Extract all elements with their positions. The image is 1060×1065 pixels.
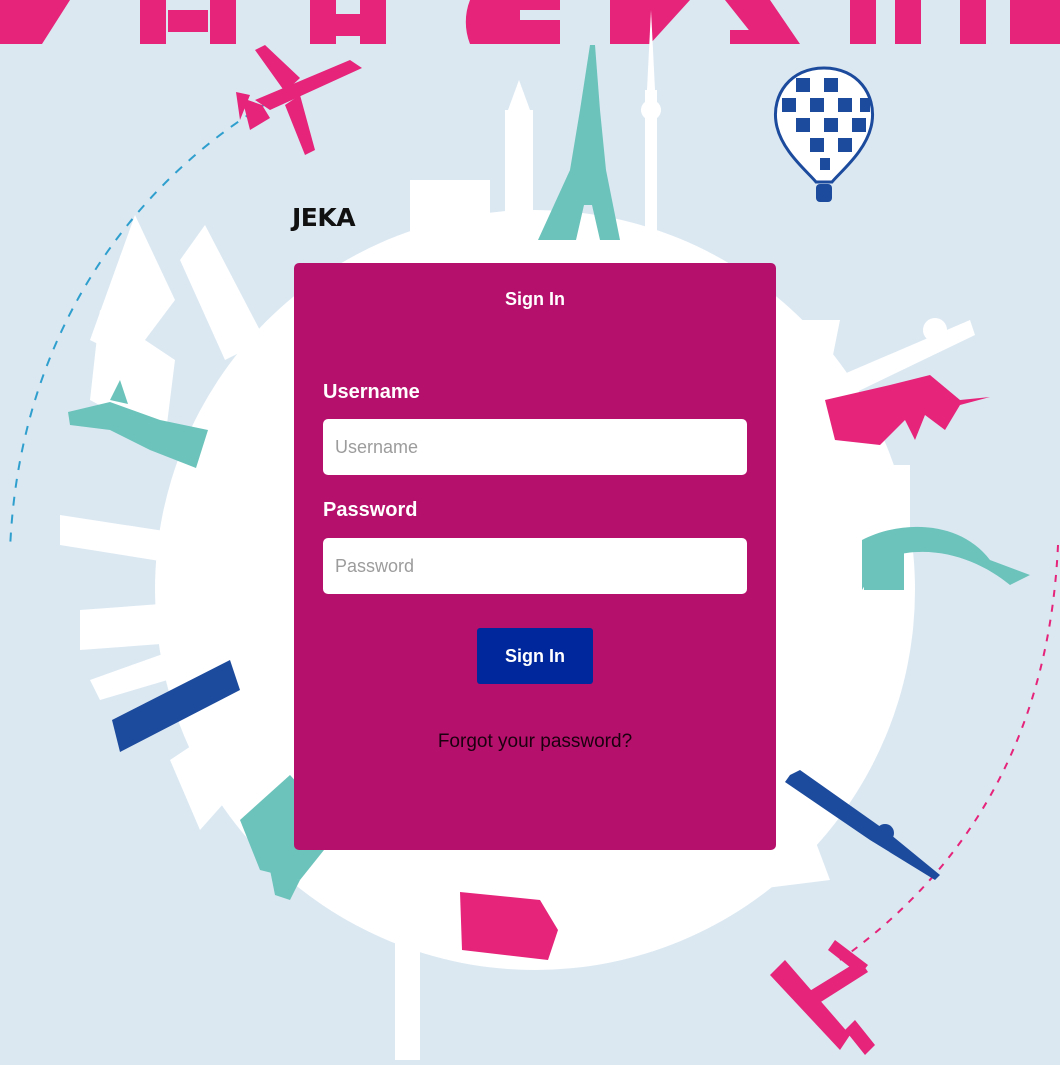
brand-logo: JEKA [292, 203, 356, 232]
username-label: Username [323, 381, 420, 403]
propeller-plane-icon [770, 940, 875, 1055]
username-input[interactable] [323, 419, 747, 475]
signin-title: Sign In [505, 289, 565, 309]
hot-air-balloon-icon [773, 66, 875, 202]
password-label: Password [323, 499, 418, 521]
signin-card: Sign In Username Password Sign In Forgot… [294, 263, 776, 850]
bridge-icon [862, 526, 1030, 590]
banner-letters [0, 0, 1060, 44]
sign-in-button[interactable]: Sign In [477, 628, 593, 684]
airplane-icon [236, 45, 362, 155]
password-input[interactable] [323, 538, 747, 594]
forgot-password-link[interactable]: Forgot your password? [294, 731, 776, 753]
